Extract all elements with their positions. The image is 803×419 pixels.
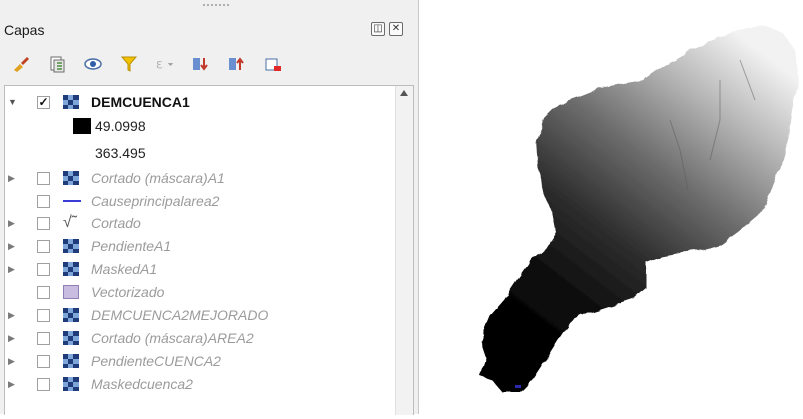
layer-name: DEMCUENCA2MEJORADO [91, 307, 269, 323]
visibility-eye-icon[interactable] [82, 53, 104, 75]
layer-visibility-checkbox[interactable] [37, 285, 50, 299]
collapse-all-icon[interactable] [226, 53, 248, 75]
dem-raster [480, 26, 799, 392]
close-icon[interactable]: ✕ [389, 22, 403, 36]
layer-row[interactable]: ▶ PendienteCUENCA2 [5, 350, 395, 372]
layer-visibility-checkbox[interactable] [37, 194, 50, 208]
raster-layer-icon [63, 239, 79, 253]
mesh-layer-icon: √̃ [63, 214, 72, 231]
layer-name: Cortado (máscara)A1 [91, 170, 225, 186]
line-layer-icon [63, 194, 81, 208]
layer-row[interactable]: Vectorizado [5, 281, 395, 303]
layer-row[interactable]: Causeprincipalarea2 [5, 190, 395, 212]
scroll-up-icon[interactable] [400, 90, 408, 96]
layer-visibility-checkbox[interactable] [37, 377, 50, 391]
layer-visibility-checkbox[interactable] [37, 239, 50, 253]
layer-visibility-checkbox[interactable] [37, 308, 50, 322]
layer-name: PendienteA1 [91, 238, 172, 254]
layer-visibility-checkbox[interactable] [37, 331, 50, 345]
float-window-icon[interactable]: ◫ [371, 22, 385, 36]
expand-all-icon[interactable] [190, 53, 212, 75]
layer-row[interactable]: ▶ Maskedcuenca2 [5, 373, 395, 395]
layer-row[interactable]: ▶ PendienteA1 [5, 235, 395, 257]
expand-arrow-icon[interactable]: ▶ [8, 264, 18, 275]
expand-arrow-icon[interactable]: ▶ [8, 333, 18, 344]
expand-arrow-icon[interactable]: ▶ [8, 310, 18, 321]
raster-layer-icon [63, 262, 79, 276]
vertical-scrollbar[interactable] [395, 86, 413, 415]
layer-visibility-checkbox[interactable] [37, 171, 50, 185]
expand-arrow-icon[interactable]: ▶ [8, 356, 18, 367]
expand-arrow-icon[interactable]: ▶ [8, 173, 18, 184]
layer-visibility-checkbox[interactable] [37, 354, 50, 368]
raster-layer-icon [63, 354, 79, 368]
layer-row[interactable]: ▶ DEMCUENCA2MEJORADO [5, 304, 395, 326]
layer-name: Cortado (máscara)AREA2 [91, 330, 254, 346]
map-canvas[interactable] [420, 0, 803, 414]
style-brush-icon[interactable] [10, 53, 32, 75]
layer-visibility-checkbox[interactable] [37, 216, 50, 230]
panel-title: Capas [4, 22, 45, 38]
legend-min-value: 49.0998 [95, 118, 146, 134]
layer-row[interactable]: ▶ √̃ Cortado [5, 212, 395, 234]
expand-arrow-icon[interactable]: ▶ [8, 379, 18, 390]
legend-min-row: 49.0998 [5, 115, 395, 137]
layer-name: DEMCUENCA1 [91, 94, 190, 110]
expand-arrow-icon[interactable]: ▶ [8, 218, 18, 229]
add-group-icon[interactable] [46, 53, 68, 75]
expression-filter-icon[interactable]: ε [154, 53, 176, 75]
polygon-layer-icon [63, 285, 79, 299]
layer-name: Vectorizado [91, 284, 165, 300]
layer-tree: ▼ ✓ DEMCUENCA1 49.0998 363.495 ▶ Cortado… [4, 85, 414, 415]
layer-name: Maskedcuenca2 [91, 376, 193, 392]
legend-color-swatch [73, 118, 91, 134]
filter-icon[interactable] [118, 53, 140, 75]
raster-layer-icon [63, 171, 79, 185]
layer-name: Cortado [91, 215, 141, 231]
panel-drag-handle[interactable] [202, 3, 230, 7]
expand-arrow-icon[interactable]: ▶ [8, 241, 18, 252]
layers-panel: Capas ◫ ✕ ε ▼ ✓ DEMCUENCA1 49.0998 363.4… [0, 0, 419, 415]
layer-visibility-checkbox[interactable] [37, 262, 50, 276]
layer-name: PendienteCUENCA2 [91, 353, 221, 369]
layer-row-active[interactable]: ▼ ✓ DEMCUENCA1 [5, 91, 395, 113]
layer-row[interactable]: ▶ Cortado (máscara)AREA2 [5, 327, 395, 349]
svg-text:ε: ε [156, 58, 163, 73]
raster-layer-icon [63, 377, 79, 391]
raster-layer-icon [63, 308, 79, 322]
layer-row[interactable]: ▶ MaskedA1 [5, 258, 395, 280]
legend-max-value: 363.495 [95, 145, 146, 161]
remove-layer-icon[interactable] [262, 53, 284, 75]
legend-max-row: 363.495 [5, 142, 395, 164]
raster-layer-icon [63, 331, 79, 345]
collapse-arrow-icon[interactable]: ▼ [8, 97, 18, 107]
layer-name: MaskedA1 [91, 261, 158, 277]
layer-visibility-checkbox[interactable]: ✓ [37, 95, 50, 109]
layers-toolbar: ε [10, 50, 284, 78]
layer-row[interactable]: ▶ Cortado (máscara)A1 [5, 167, 395, 189]
layer-name: Causeprincipalarea2 [91, 193, 220, 209]
raster-layer-icon [63, 95, 79, 109]
